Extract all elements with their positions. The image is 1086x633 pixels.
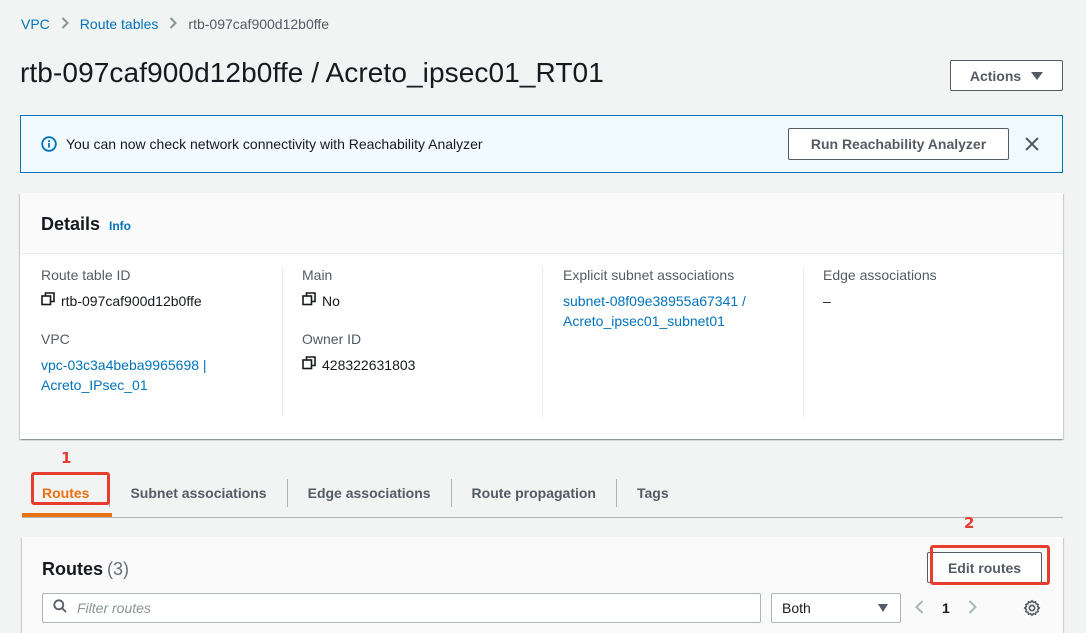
chevron-right-icon: [60, 16, 70, 32]
filter-routes-input[interactable]: [77, 600, 717, 616]
explicit-subnet-link[interactable]: subnet-08f09e38955a67341 / Acreto_ipsec0…: [563, 291, 803, 331]
run-reachability-analyzer-button[interactable]: Run Reachability Analyzer: [788, 128, 1009, 160]
info-link[interactable]: Info: [109, 219, 131, 233]
route-table-id-label: Route table ID: [41, 267, 131, 283]
edge-associations-label: Edge associations: [823, 267, 937, 283]
caret-down-icon: [1031, 71, 1044, 80]
vpc-label: VPC: [41, 331, 70, 347]
owner-id-value: 428322631803: [302, 355, 542, 375]
page-title: rtb-097caf900d12b0ffe / Acreto_ipsec01_R…: [20, 57, 604, 88]
route-table-id-text: rtb-097caf900d12b0ffe: [61, 293, 202, 309]
main-value: No: [302, 291, 542, 311]
breadcrumb-vpc-link[interactable]: VPC: [21, 16, 50, 32]
details-panel: Details Info Route table ID rtb-097caf90…: [20, 193, 1063, 439]
chevron-right-icon: [168, 16, 178, 32]
flash-message: You can now check network connectivity w…: [66, 136, 483, 152]
chevron-left-icon[interactable]: [915, 599, 924, 617]
search-icon: [53, 598, 67, 618]
breadcrumb-current: rtb-097caf900d12b0ffe: [188, 16, 330, 32]
info-icon: [41, 136, 57, 157]
copy-icon[interactable]: [302, 355, 316, 375]
copy-icon[interactable]: [302, 291, 316, 311]
breadcrumb: VPC Route tables rtb-097caf900d12b0ffe: [21, 16, 329, 32]
vpc-link[interactable]: vpc-03c3a4beba9965698 | Acreto_IPsec_01: [41, 355, 281, 395]
actions-button[interactable]: Actions: [950, 60, 1063, 91]
route-type-select-value: Both: [782, 600, 811, 616]
tab-route-propagation[interactable]: Route propagation: [450, 478, 616, 507]
main-text: No: [322, 293, 340, 309]
explicit-subnet-line2: Acreto_ipsec01_subnet01: [563, 313, 725, 329]
pagination: 1: [915, 593, 977, 623]
column-divider: [803, 267, 804, 417]
routes-count: (3): [107, 559, 130, 579]
annotation-number-2: 2: [964, 514, 975, 532]
details-column-1: Route table ID rtb-097caf900d12b0ffe VPC…: [41, 267, 281, 417]
close-icon[interactable]: [1024, 136, 1040, 157]
active-tab-indicator: [22, 513, 112, 517]
edge-associations-value: –: [823, 293, 831, 309]
annotation-box-edit-routes: [930, 545, 1050, 585]
route-table-id-value: rtb-097caf900d12b0ffe: [41, 291, 281, 311]
route-type-select[interactable]: Both: [771, 593, 901, 623]
annotation-box-routes-tab: [31, 472, 110, 505]
tab-edge-associations[interactable]: Edge associations: [286, 478, 451, 507]
routes-panel: Routes(3) Edit routes Both 1: [22, 537, 1063, 633]
tab-bar: Routes Subnet associations Edge associat…: [22, 468, 1063, 518]
filter-routes-field: [42, 593, 761, 623]
column-divider: [542, 267, 543, 417]
actions-button-label: Actions: [969, 67, 1022, 84]
details-header: Details Info: [20, 193, 1063, 254]
details-column-4: Edge associations –: [823, 267, 1043, 417]
reachability-flash-banner: You can now check network connectivity w…: [20, 115, 1063, 173]
routes-title: Routes (3): [42, 559, 129, 580]
tab-tags[interactable]: Tags: [615, 478, 689, 507]
details-column-2: Main No Owner ID 428322631803: [302, 267, 542, 417]
vpc-link-line2: Acreto_IPsec_01: [41, 377, 148, 393]
caret-down-icon: [878, 604, 888, 612]
details-title: Details: [41, 214, 101, 234]
vpc-link-line1: vpc-03c3a4beba9965698 |: [41, 357, 207, 373]
copy-icon[interactable]: [41, 291, 55, 311]
owner-id-label: Owner ID: [302, 331, 362, 347]
breadcrumb-route-tables-link[interactable]: Route tables: [80, 16, 159, 32]
annotation-number-1: 1: [61, 449, 72, 467]
current-page[interactable]: 1: [942, 600, 950, 616]
owner-id-text: 428322631803: [322, 357, 416, 373]
gear-icon[interactable]: [1023, 599, 1041, 622]
column-divider: [282, 267, 283, 417]
routes-title-text: Routes: [42, 559, 104, 579]
tab-subnet-associations[interactable]: Subnet associations: [109, 478, 286, 507]
explicit-subnet-line1: subnet-08f09e38955a67341 /: [563, 293, 746, 309]
explicit-subnet-label: Explicit subnet associations: [563, 267, 735, 283]
chevron-right-icon[interactable]: [968, 599, 977, 617]
details-column-3: Explicit subnet associations subnet-08f0…: [563, 267, 803, 417]
main-label: Main: [302, 267, 333, 283]
